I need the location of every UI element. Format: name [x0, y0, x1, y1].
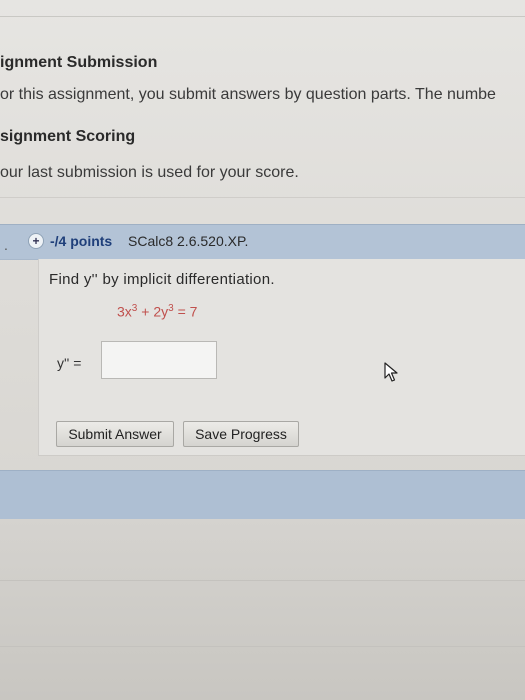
question-prompt: Find y'' by implicit differentiation. [49, 271, 275, 288]
page: ignment Submission or this assignment, y… [0, 0, 525, 700]
top-divider [0, 16, 525, 17]
answer-label: y'' = [57, 355, 82, 371]
lower-divider-1 [0, 580, 525, 581]
question-header: . + -/4 points SCalc8 2.6.520.XP. [0, 224, 525, 260]
next-question-header [0, 470, 525, 520]
info-divider [0, 197, 525, 198]
equation: 3x3 + 2y3 = 7 [117, 303, 197, 320]
mouse-pointer-icon [384, 362, 398, 382]
question-reference: SCalc8 2.6.520.XP. [128, 233, 249, 249]
submission-heading: ignment Submission [0, 54, 158, 71]
equation-term2-base: 2y [153, 303, 169, 320]
question-number: . [4, 237, 8, 253]
plus-circle-icon[interactable]: + [28, 233, 44, 249]
submit-answer-button[interactable]: Submit Answer [56, 421, 174, 447]
lower-divider-2 [0, 646, 525, 647]
scoring-heading: signment Scoring [0, 128, 136, 145]
scoring-text: our last submission is used for your sco… [0, 164, 299, 181]
question-points: -/4 points [50, 233, 113, 249]
answer-input[interactable] [101, 341, 217, 379]
equation-term1-base: 3x [117, 303, 132, 320]
save-progress-button[interactable]: Save Progress [183, 421, 299, 447]
equation-plus: + [137, 303, 154, 320]
lower-page-area [0, 519, 525, 700]
assignment-info: ignment Submission or this assignment, y… [0, 36, 525, 196]
equation-rhs: = 7 [173, 303, 198, 320]
submission-text: or this assignment, you submit answers b… [0, 86, 496, 103]
question-body: Find y'' by implicit differentiation. 3x… [38, 259, 525, 456]
